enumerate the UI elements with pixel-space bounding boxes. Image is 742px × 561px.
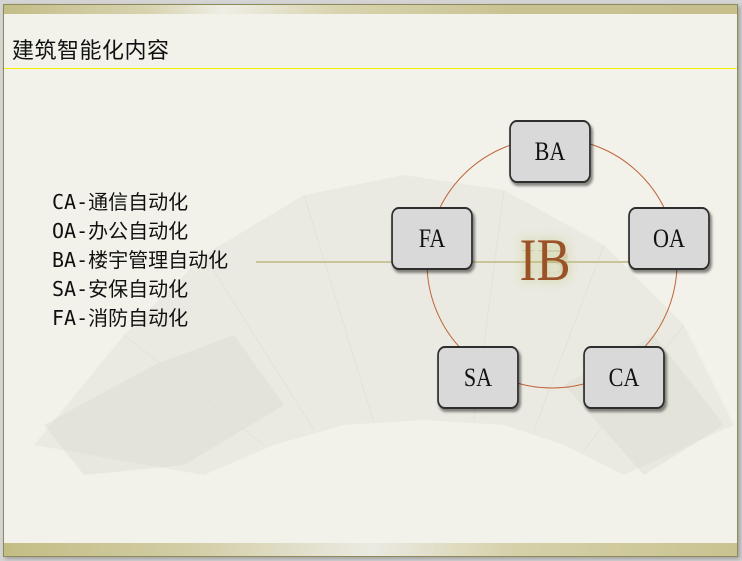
node-label: SA bbox=[463, 362, 493, 392]
node-fa: FA bbox=[391, 207, 473, 270]
ib-center-reflection: IB bbox=[519, 242, 571, 282]
node-oa: OA bbox=[628, 207, 710, 270]
ib-diagram-lines bbox=[256, 137, 678, 389]
node-ca: CA bbox=[583, 346, 665, 409]
node-sa: SA bbox=[437, 346, 519, 409]
node-label: CA bbox=[608, 362, 640, 392]
node-label: FA bbox=[418, 223, 446, 253]
node-label: BA bbox=[534, 136, 566, 166]
slide: 建筑智能化内容 CA-通信自动化 OA-办公自动化 BA-楼宇管理自动化 SA-… bbox=[3, 4, 738, 557]
bottom-decorative-band bbox=[4, 543, 737, 556]
node-ba: BA bbox=[509, 120, 591, 183]
node-label: OA bbox=[653, 223, 685, 253]
